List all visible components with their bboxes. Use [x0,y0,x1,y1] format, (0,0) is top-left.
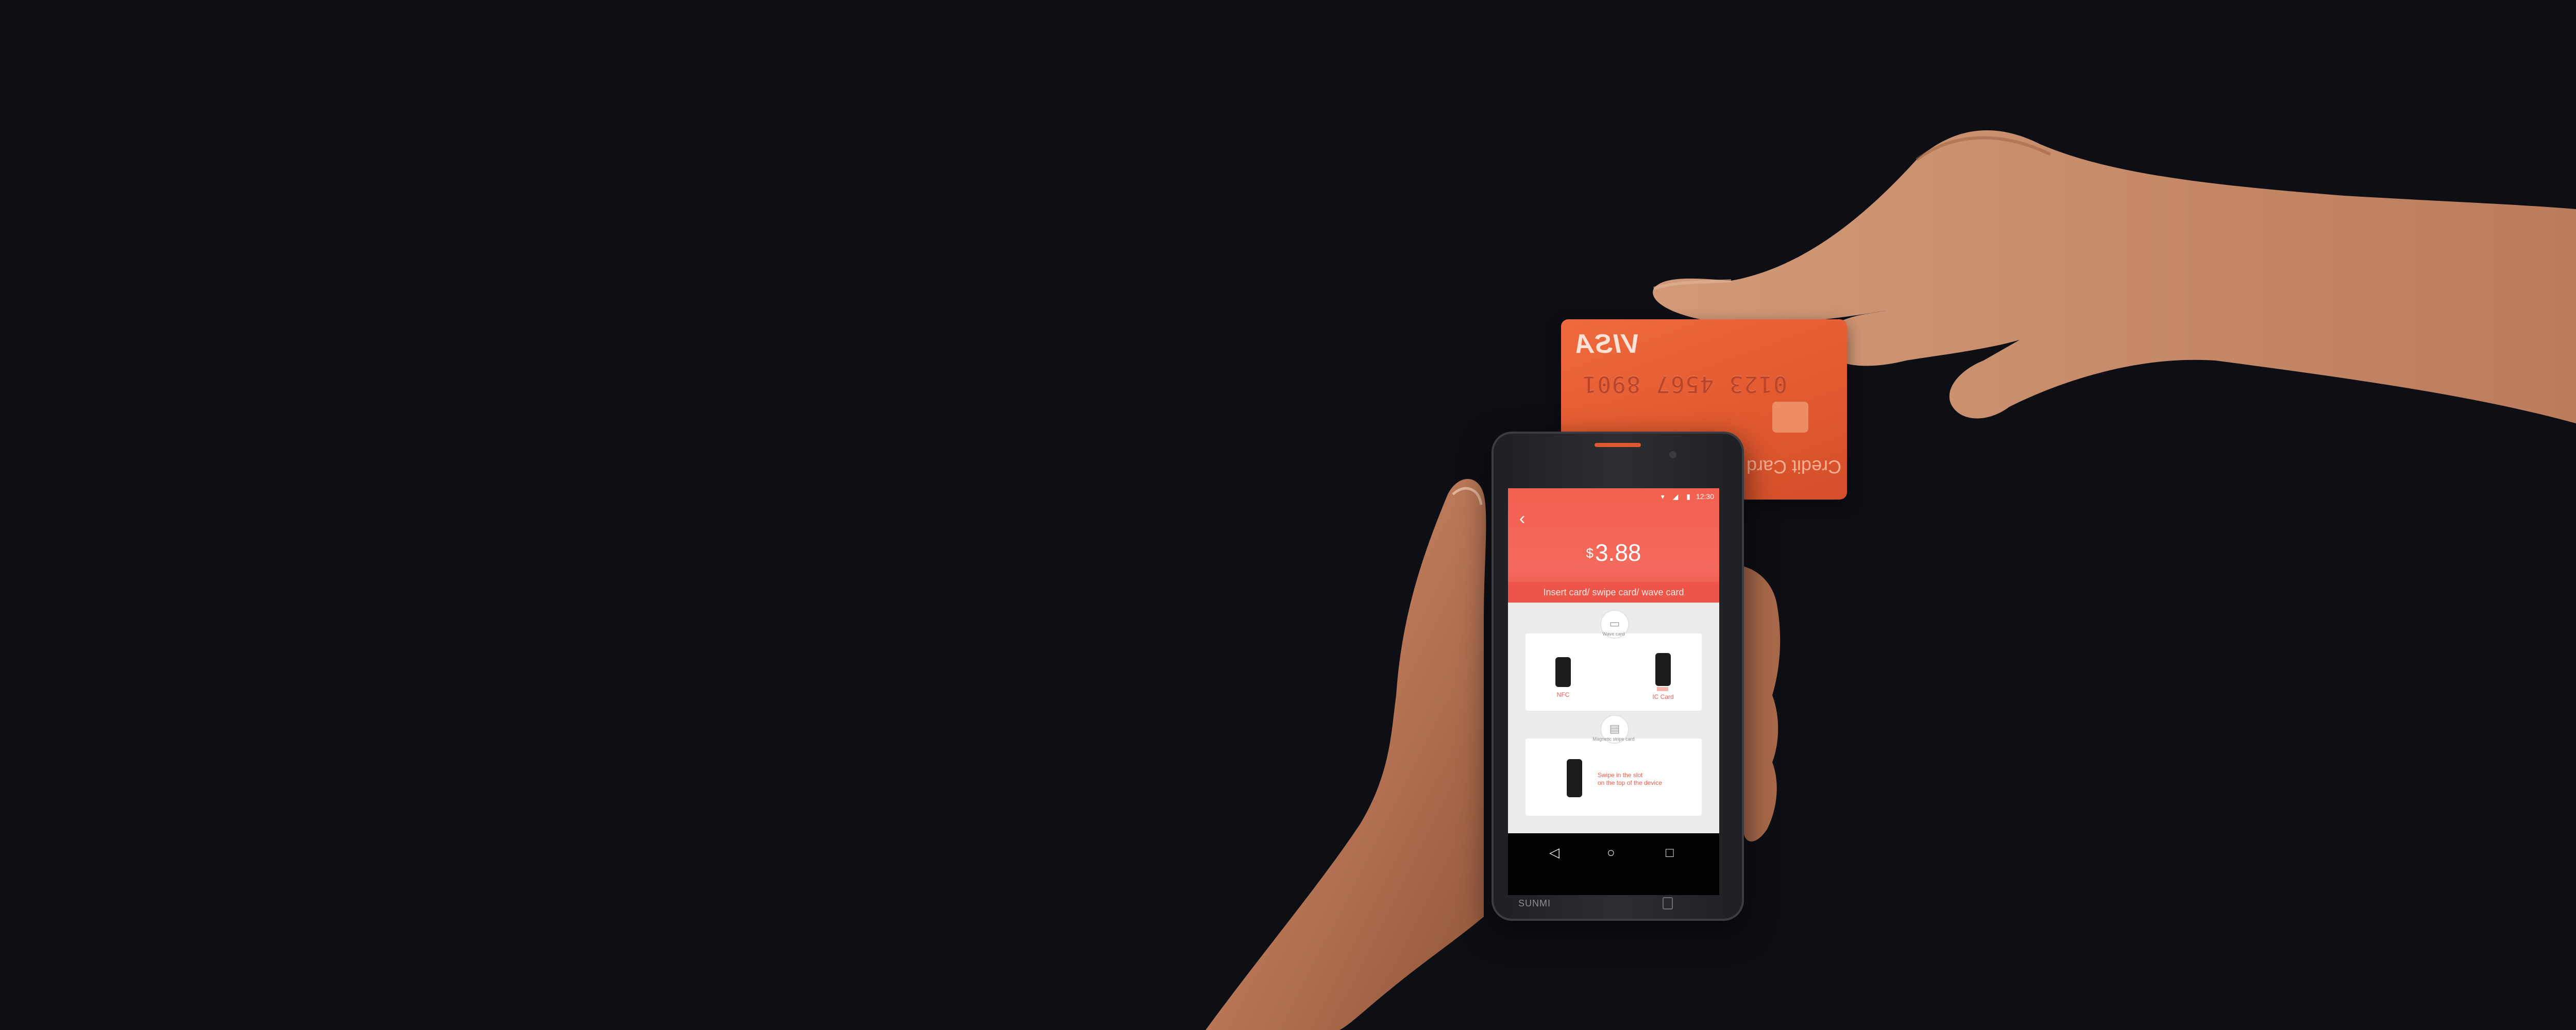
chevron-left-icon[interactable]: ‹ [1519,509,1525,529]
swipe-line-2: on the top of the device [1598,779,1662,786]
magstripe-label: Magnetic stripe card [1592,736,1635,742]
payment-methods: NFC IC Card ▭ Wave card Swipe in the slo… [1508,603,1719,833]
payment-header: ▾ ◢ ▮ 12:30 ‹ $3.88 Insert card/ swipe c… [1508,488,1719,603]
card-type-label: Credit Card [1747,456,1842,477]
currency-symbol: $ [1586,545,1594,561]
usb-port [1663,897,1673,909]
front-camera [1669,451,1676,458]
nfc-label: NFC [1556,691,1570,698]
swipe-panel: Swipe in the slot on the top of the devi… [1526,739,1702,816]
left-hand-fingers [1744,566,1781,842]
status-bar: ▾ ◢ ▮ 12:30 [1508,488,1719,505]
swipe-instructions: Swipe in the slot on the top of the devi… [1598,771,1662,787]
contactless-panel: NFC IC Card [1526,633,1702,711]
status-time: 12:30 [1696,492,1714,501]
pos-device: ▾ ◢ ▮ 12:30 ‹ $3.88 Insert card/ swipe c… [1492,432,1744,921]
ic-device-image [1655,653,1671,686]
amount-value: 3.88 [1595,539,1641,566]
wave-card-label: Wave card [1602,631,1625,637]
payment-prompt: Insert card/ swipe card/ wave card [1508,582,1719,603]
product-scene: VISA 0123 4567 8901 Credit Card ▾ ◢ ▮ 12… [0,0,2576,1030]
ic-card-label: IC Card [1652,693,1674,700]
left-hand [1206,479,1486,1030]
android-nav-bar: ◁ ○ □ [1508,833,1719,895]
device-screen: ▾ ◢ ▮ 12:30 ‹ $3.88 Insert card/ swipe c… [1508,488,1719,895]
swipe-device-image [1567,759,1582,797]
payment-amount: $3.88 [1508,539,1719,566]
ic-card-slot [1657,687,1668,691]
speaker-grille [1595,443,1641,447]
swipe-line-1: Swipe in the slot [1598,771,1643,779]
card-number: 0123 4567 8901 [1582,371,1787,397]
nav-back-icon[interactable]: ◁ [1549,845,1560,861]
card-chip [1772,402,1808,433]
hands-illustration [1206,130,2576,1030]
nav-home-icon[interactable]: ○ [1607,845,1615,861]
card-brand-logo: VISA [1573,329,1640,359]
device-brand: SUNMI [1518,898,1551,908]
nav-recent-icon[interactable]: □ [1666,845,1674,861]
status-icons: ▾ ◢ ▮ [1660,492,1693,501]
nfc-device-image [1555,657,1571,687]
